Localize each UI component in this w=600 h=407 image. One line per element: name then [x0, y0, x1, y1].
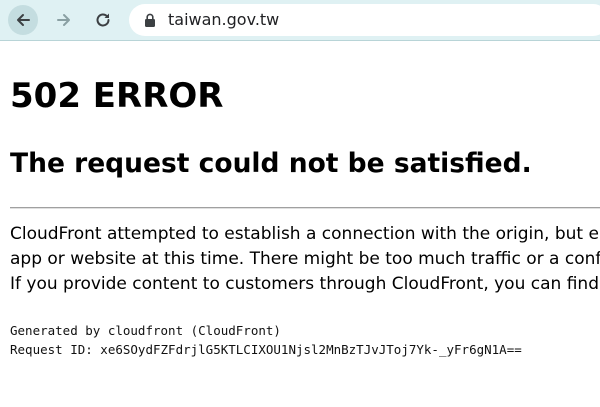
horizontal-rule [10, 207, 600, 209]
forward-button[interactable] [49, 5, 79, 35]
error-message-line: If you provide content to customers thro… [10, 274, 600, 294]
reload-icon [96, 13, 110, 27]
request-id-text: Request ID: xe6SOydFZFdrjlG5KTLCIXOU1Njs… [10, 342, 522, 357]
address-bar[interactable]: taiwan.gov.tw [129, 4, 600, 36]
arrow-right-icon [57, 14, 70, 26]
error-message-line: CloudFront attempted to establish a conn… [10, 224, 600, 244]
browser-toolbar: taiwan.gov.tw [0, 0, 600, 40]
error-message-line: app or website at this time. There might… [10, 249, 600, 269]
error-subtitle: The request could not be satisfied. [10, 148, 532, 179]
error-title: 502 ERROR [10, 76, 224, 116]
reload-button[interactable] [88, 5, 118, 35]
url-text: taiwan.gov.tw [168, 10, 280, 29]
page-content: 502 ERROR The request could not be satis… [10, 41, 600, 407]
generated-by-text: Generated by cloudfront (CloudFront) [10, 323, 281, 338]
back-button[interactable] [8, 5, 38, 35]
lock-icon[interactable] [144, 13, 156, 27]
arrow-left-icon [17, 14, 30, 26]
